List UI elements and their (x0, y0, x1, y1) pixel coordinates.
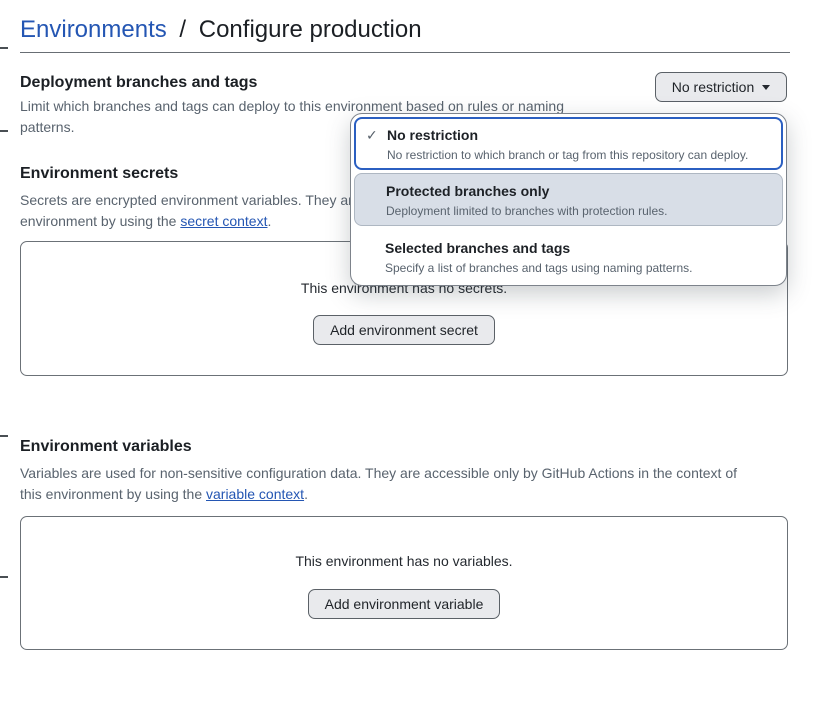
environment-configuration-page: Environments / Configure production Depl… (0, 0, 830, 715)
dropdown-option-description: No restriction to which branch or tag fr… (387, 148, 771, 163)
secrets-section-title: Environment secrets (20, 164, 178, 184)
header-divider (20, 52, 790, 53)
add-environment-variable-button[interactable]: Add environment variable (308, 589, 501, 619)
branch-policy-dropdown-menu: ✓ No restriction No restriction to which… (350, 113, 787, 286)
breadcrumb-current: Configure production (199, 16, 422, 43)
variables-description-line2: this environment by using the (20, 486, 206, 502)
dropdown-option-label: Protected branches only (386, 182, 772, 200)
variable-context-link[interactable]: variable context (206, 486, 304, 502)
deployment-description-line2: patterns. (20, 119, 74, 135)
screen-edge-artifact (0, 435, 8, 437)
variables-empty-box: This environment has no variables. Add e… (20, 516, 788, 650)
chevron-down-icon (762, 85, 770, 90)
screen-edge-artifact (0, 576, 8, 578)
branch-policy-dropdown-button[interactable]: No restriction (655, 72, 787, 102)
secret-context-link[interactable]: secret context (180, 213, 267, 229)
dropdown-option-description: Specify a list of branches and tags usin… (385, 261, 773, 276)
variables-section-description: Variables are used for non-sensitive con… (20, 463, 780, 505)
variables-description-line1: Variables are used for non-sensitive con… (20, 465, 737, 481)
breadcrumb-separator: / (179, 16, 186, 43)
dropdown-option-no-restriction[interactable]: ✓ No restriction No restriction to which… (354, 117, 783, 170)
dropdown-option-label: Selected branches and tags (385, 239, 773, 257)
variables-empty-message: This environment has no variables. (295, 551, 512, 571)
breadcrumb-environments-link[interactable]: Environments (20, 16, 167, 43)
dropdown-option-protected-branches-only[interactable]: Protected branches only Deployment limit… (354, 173, 783, 226)
variables-section-title: Environment variables (20, 437, 192, 457)
dropdown-option-label: No restriction (387, 126, 771, 144)
deployment-description-line1: Limit which branches and tags can deploy… (20, 98, 564, 114)
screen-edge-artifact (0, 47, 8, 49)
page-title: Environments / Configure production (20, 15, 422, 45)
screen-edge-artifact (0, 130, 8, 132)
add-environment-secret-button[interactable]: Add environment secret (313, 315, 495, 345)
variables-description-suffix: . (304, 486, 308, 502)
dropdown-option-description: Deployment limited to branches with prot… (386, 204, 772, 219)
secrets-description-suffix: . (267, 213, 271, 229)
secrets-description-line2: environment by using the (20, 213, 180, 229)
dropdown-option-selected-branches-and-tags[interactable]: Selected branches and tags Specify a lis… (354, 229, 783, 282)
deployment-section-title: Deployment branches and tags (20, 73, 257, 93)
check-icon: ✓ (366, 127, 378, 143)
branch-policy-dropdown-button-label: No restriction (672, 79, 754, 95)
